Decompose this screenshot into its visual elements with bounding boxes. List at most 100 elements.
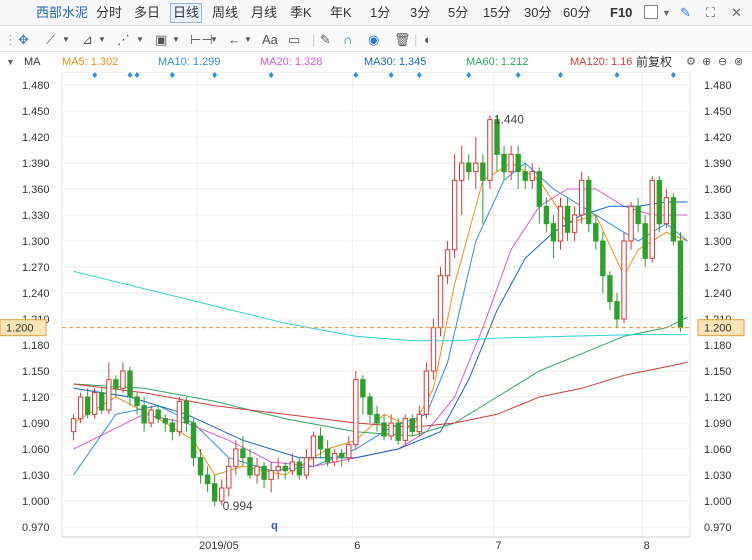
period-tab-month[interactable]: 月线 xyxy=(251,4,277,22)
y-tick-label: 1.360 xyxy=(22,184,50,196)
candle-up xyxy=(120,370,126,389)
chevron-down-icon[interactable]: ▼ xyxy=(244,31,252,48)
checkbox-icon[interactable] xyxy=(644,5,658,19)
symbol-name[interactable]: 西部水泥 xyxy=(36,4,88,22)
candle-down xyxy=(113,379,119,389)
y-tick-label: 1.300 xyxy=(22,236,50,248)
period-tab-quarter[interactable]: 季K xyxy=(290,4,312,22)
trash-icon[interactable]: 🗑 xyxy=(394,31,411,48)
adjust-mode-button[interactable]: 前复权 xyxy=(636,55,672,69)
fullscreen-icon[interactable]: ⛶ xyxy=(706,4,715,22)
period-tab-fenshi[interactable]: 分时 xyxy=(96,4,122,22)
magnet-icon[interactable]: ∩ xyxy=(343,31,352,48)
event-diamond xyxy=(212,72,218,78)
candle-down xyxy=(247,457,253,476)
candle-up xyxy=(663,197,670,225)
candle-up xyxy=(444,249,451,277)
period-tab-duori[interactable]: 多日 xyxy=(134,4,160,22)
text-tool-icon[interactable]: Aa xyxy=(262,31,278,48)
candle-up xyxy=(303,457,310,476)
candle-down xyxy=(317,435,324,450)
comment-tool-icon[interactable]: ▭ xyxy=(288,31,300,48)
y-tick-label: 1.330 xyxy=(22,210,50,222)
period-tab-year[interactable]: 年K xyxy=(330,4,352,22)
chevron-down-icon[interactable]: ▼ xyxy=(136,31,144,48)
y-tick-label-right: 1.330 xyxy=(704,210,732,222)
add-icon[interactable]: ⊕ xyxy=(702,55,711,69)
candle-down xyxy=(183,400,190,424)
candle-down xyxy=(190,422,197,459)
current-price-right-label: 1.200 xyxy=(704,323,732,335)
candle-down xyxy=(642,223,648,259)
period-tab-1min[interactable]: 1分 xyxy=(370,4,390,22)
wave-tool-icon[interactable]: ⋰ xyxy=(117,31,130,48)
chevron-down-icon[interactable]: ▼ xyxy=(62,31,70,48)
collapse-caret-icon[interactable]: ▼ xyxy=(6,55,15,69)
pencil-icon[interactable]: ✎ xyxy=(320,31,331,48)
arrow-tool-icon[interactable]: ← xyxy=(228,31,241,48)
candle-up xyxy=(578,179,585,216)
channel-tool-icon[interactable]: ⊿ xyxy=(82,31,93,48)
y-tick-label: 1.450 xyxy=(22,106,50,118)
ma-title[interactable]: MA xyxy=(24,55,41,69)
line-tool-icon[interactable]: ⟋ xyxy=(46,31,55,48)
ma120-label: MA120: 1.16 xyxy=(570,56,633,68)
move-cursor-icon[interactable]: ✥ xyxy=(18,31,29,48)
event-diamond xyxy=(134,72,140,78)
plot-frame xyxy=(61,71,691,538)
candle-up xyxy=(529,171,535,181)
remove-icon[interactable]: ⊖ xyxy=(718,55,727,69)
chevron-down-icon[interactable]: ▼ xyxy=(172,31,180,48)
chevron-down-icon[interactable]: ▼ xyxy=(210,31,218,48)
y-tick-label-right: 1.390 xyxy=(704,158,732,170)
y-tick-label-right: 1.480 xyxy=(704,80,732,92)
period-tab-3min[interactable]: 3分 xyxy=(410,4,430,22)
candle-down xyxy=(360,379,366,398)
candle-up xyxy=(77,396,84,420)
y-tick-label-right: 1.300 xyxy=(704,236,732,248)
period-tab-15min[interactable]: 15分 xyxy=(483,4,510,22)
close-icon[interactable]: ✕ xyxy=(731,4,742,22)
y-tick-label-right: 1.450 xyxy=(704,106,732,118)
candle-down xyxy=(204,474,211,485)
ma30-label: MA30: 1.345 xyxy=(364,56,427,68)
period-tab-week[interactable]: 周线 xyxy=(212,4,238,22)
event-diamond xyxy=(515,72,521,78)
event-diamond xyxy=(388,72,394,78)
event-diamond xyxy=(670,72,676,78)
period-tab-5min[interactable]: 5分 xyxy=(448,4,468,22)
candle-up xyxy=(289,461,295,472)
candle-down xyxy=(614,301,620,320)
current-price-left-label: 1.200 xyxy=(6,323,34,335)
candle-down xyxy=(162,418,168,424)
candle-down xyxy=(141,405,147,424)
candle-down xyxy=(536,171,543,207)
f10-button[interactable]: F10 xyxy=(610,4,632,22)
period-tab-day[interactable]: 日线 xyxy=(170,3,203,23)
pen-icon[interactable]: ✎ xyxy=(680,4,691,22)
candle-down xyxy=(381,422,387,437)
settings-icon[interactable]: ⚙ xyxy=(686,55,696,69)
candle-down xyxy=(670,197,677,242)
close-icon[interactable]: ⊗ xyxy=(734,55,743,69)
period-tab-60min[interactable]: 60分 xyxy=(563,4,590,22)
period-tab-30min[interactable]: 30分 xyxy=(524,4,551,22)
eye-icon[interactable]: ◉ xyxy=(368,31,379,48)
min-price-label: 0.994 xyxy=(223,499,253,513)
candle-down xyxy=(127,370,133,398)
candle-down xyxy=(677,240,684,329)
drawing-toolbar: ⋮ ✥ ⟋ ▼ ⊿ ▼ ⋰ ▼ ▣ ▼ ⊢⊣ ▼ ← ▼ Aa ▭ | ✎ ∩ … xyxy=(0,27,752,52)
candle-down xyxy=(155,409,161,420)
rect-tool-icon[interactable]: ▣ xyxy=(155,31,167,48)
y-tick-label-right: 1.090 xyxy=(704,418,732,430)
candle-up xyxy=(331,452,338,463)
dropdown-caret-icon[interactable]: ▼ xyxy=(662,4,671,22)
y-tick-label-right: 1.420 xyxy=(704,132,732,144)
event-diamond xyxy=(268,72,274,78)
toggle-icon[interactable]: ◐ xyxy=(424,31,432,48)
event-diamond xyxy=(92,72,98,78)
candle-down xyxy=(367,396,373,415)
kline-chart[interactable]: 1.480 1.480 1.450 1.450 1.420 1.420 1.390 1.390… xyxy=(0,71,752,555)
chevron-down-icon[interactable]: ▼ xyxy=(98,31,106,48)
kline-svg[interactable]: 1.480 1.480 1.450 1.450 1.420 1.420 1.390 1.390… xyxy=(0,71,752,555)
